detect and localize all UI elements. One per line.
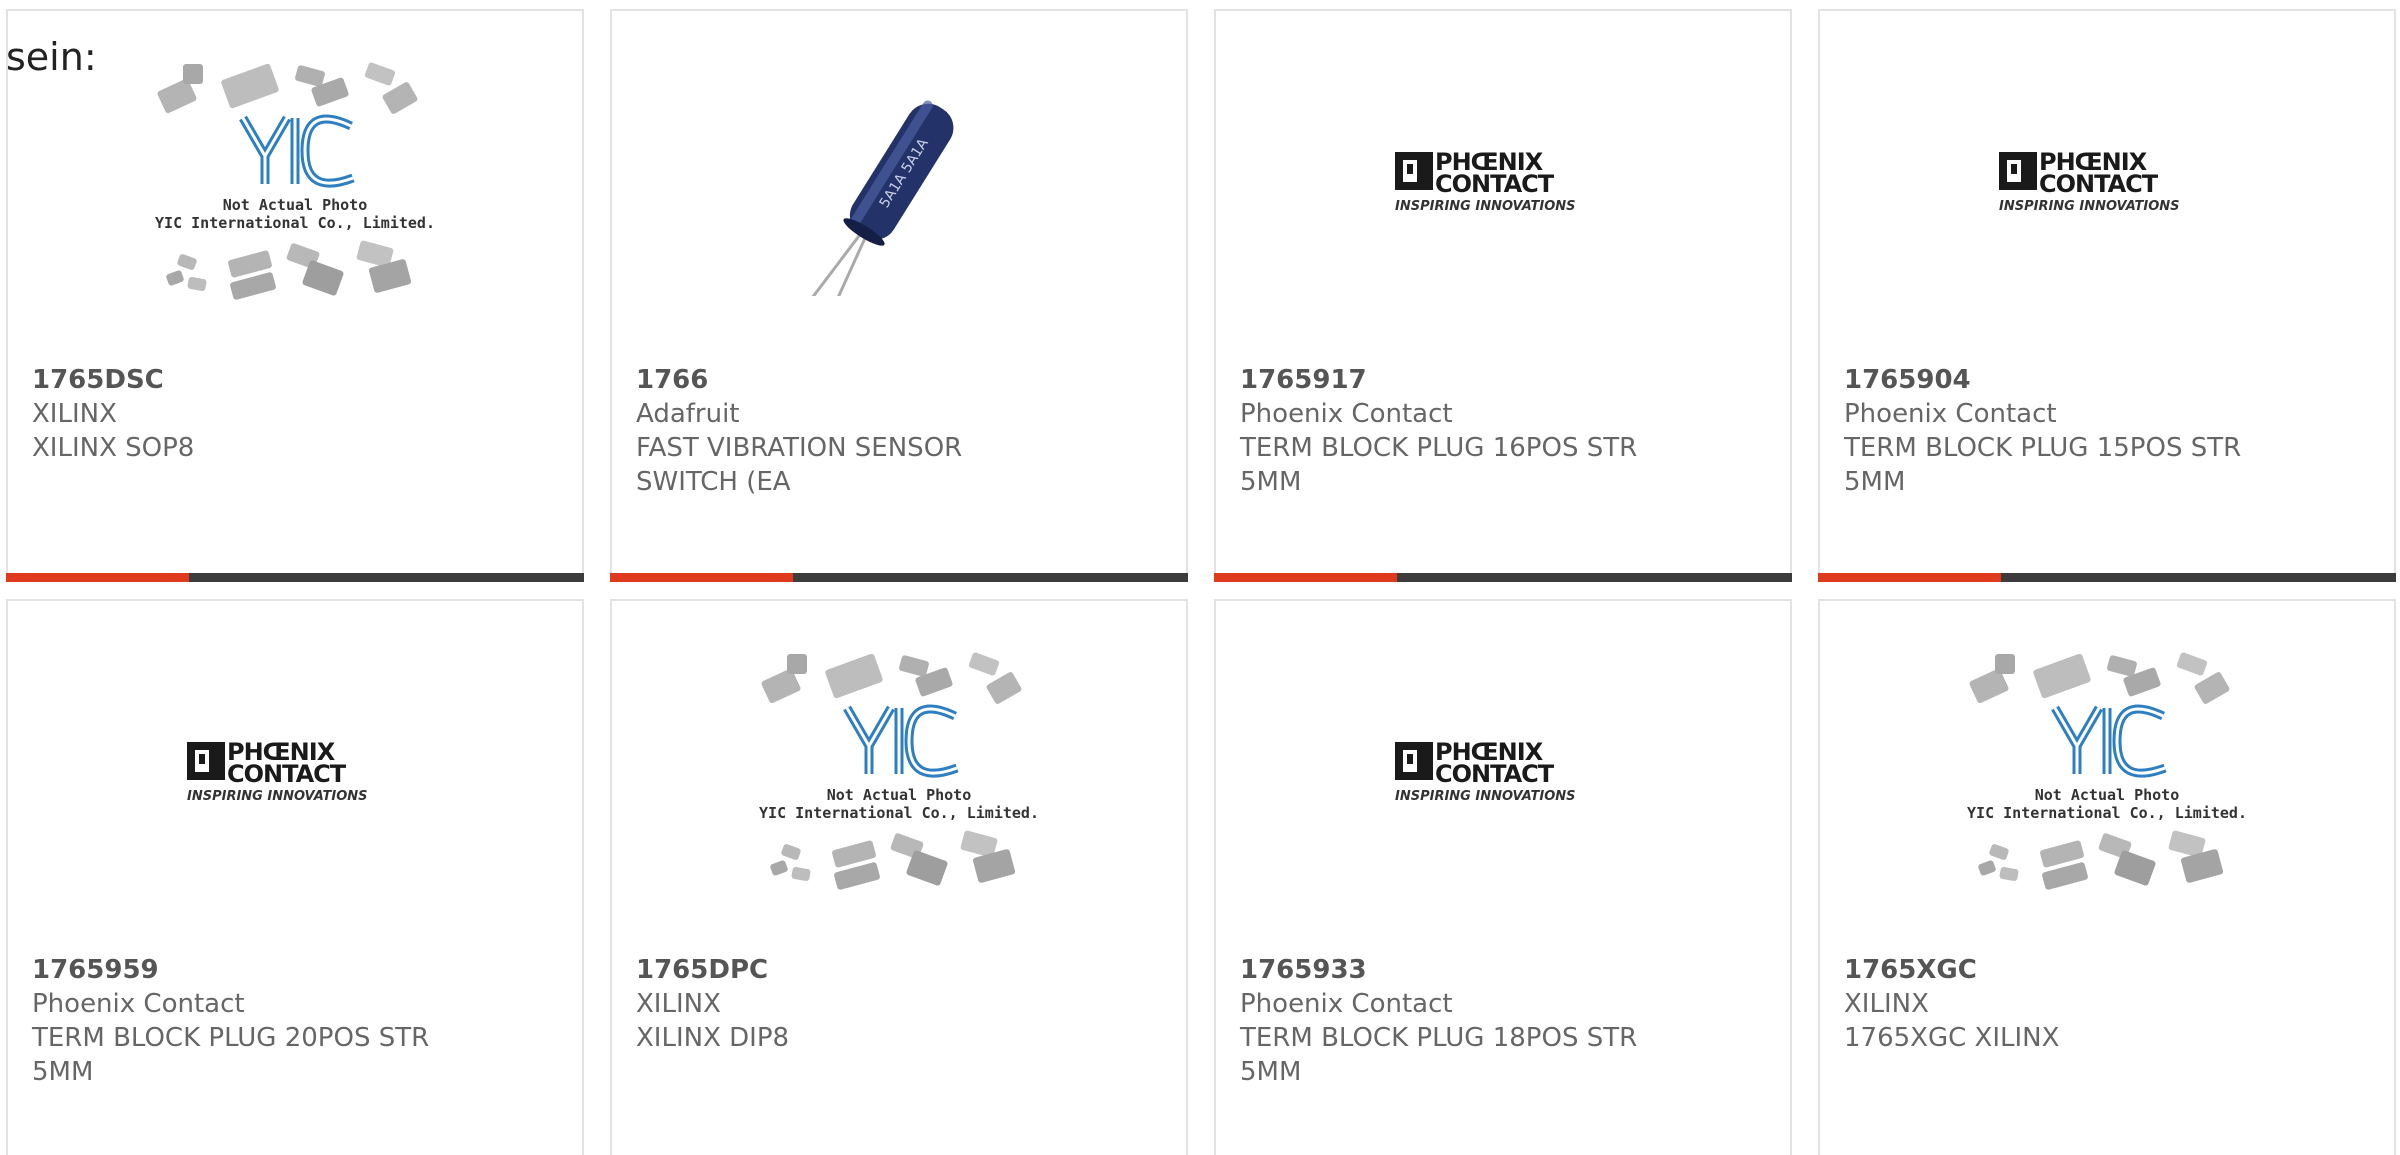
product-card[interactable]: PHŒNIX CONTACT INSPIRING INNOVATIONS 176590… <box>1818 9 2396 582</box>
manufacturer-name: Phoenix Contact <box>1240 399 1453 429</box>
manufacturer-name: XILINX <box>32 399 117 429</box>
part-number-link[interactable]: 1765959 <box>32 953 558 987</box>
phoenix-tagline: INSPIRING INNOVATIONS <box>187 789 368 804</box>
yic-logo-mark <box>239 114 355 188</box>
chip-cluster-top <box>1969 652 2230 704</box>
phoenix-contact-logo: PHŒNIXCONTACTINSPIRING INNOVATIONS <box>187 738 368 804</box>
product-description: XILINX SOP8 <box>32 433 195 463</box>
vibration-sensor-photo: 5A1A 5A1A <box>804 100 954 296</box>
manufacturer-name: Phoenix Contact <box>32 989 245 1019</box>
phoenix-contact-logo: PHŒNIXCONTACTINSPIRING INNOVATIONS <box>1395 738 1576 804</box>
product-image[interactable]: Not Actual Photo YIC International Co., L… <box>1820 601 2394 941</box>
manufacturer-name: XILINX <box>1844 989 1929 1019</box>
product-image[interactable]: 5A1A 5A1A <box>612 11 1186 351</box>
yic-line2: YIC International Co., Limited. <box>759 804 1039 822</box>
yic-logo-mark <box>843 704 959 778</box>
phoenix-contact-logo: PHŒNIXCONTACTINSPIRING INNOVATIONS <box>1999 148 2180 214</box>
phoenix-line2: CONTACT <box>2039 170 2159 198</box>
product-image[interactable]: PHŒNIX CONTACT INSPIRING INNOVATIONS <box>1216 11 1790 351</box>
product-card[interactable]: Not Actual Photo YIC International Co., L… <box>6 9 584 582</box>
card-footer-accent <box>610 573 793 582</box>
product-image[interactable]: Not Actual Photo YIC International Co., L… <box>612 601 1186 941</box>
card-footer-accent <box>1214 573 1397 582</box>
product-info: 1765DSC XILINX XILINX SOP8 <box>32 363 558 465</box>
part-number-link[interactable]: 1765DSC <box>32 363 558 397</box>
phoenix-line2: CONTACT <box>227 760 347 788</box>
part-number-link[interactable]: 1765XGC <box>1844 953 2370 987</box>
product-description: TERM BLOCK PLUG 20POS STR 5MM <box>32 1023 430 1087</box>
product-info: 1765XGC XILINX 1765XGC XILINX <box>1844 953 2370 1055</box>
product-description: TERM BLOCK PLUG 18POS STR 5MM <box>1240 1023 1638 1087</box>
phoenix-contact-logo: PHŒNIXCONTACTINSPIRING INNOVATIONS <box>1395 148 1576 214</box>
product-info: 1765959 Phoenix Contact TERM BLOCK PLUG 20… <box>32 953 558 1089</box>
phoenix-line2: CONTACT <box>1435 170 1555 198</box>
product-card[interactable]: Not Actual Photo YIC International Co., L… <box>1818 599 2396 1155</box>
product-listing-page: sein: Not Actual Photo YIC International … <box>0 0 2400 1155</box>
part-number-link[interactable]: 1765DPC <box>636 953 1162 987</box>
product-card[interactable]: PHŒNIX CONTACT INSPIRING INNOVATIONS 176591… <box>1214 9 1792 582</box>
phoenix-line2: CONTACT <box>1435 760 1555 788</box>
manufacturer-name: Phoenix Contact <box>1844 399 2057 429</box>
yic-line1: Not Actual Photo <box>223 196 368 214</box>
chip-cluster-bottom <box>1978 830 2224 890</box>
product-image[interactable]: PHŒNIX CONTACT INSPIRING INNOVATIONS <box>1216 601 1790 941</box>
product-description: 1765XGC XILINX <box>1844 1023 2060 1053</box>
phoenix-tagline: INSPIRING INNOVATIONS <box>1999 199 2180 214</box>
yic-placeholder-logo: Not Actual PhotoYIC International Co., L… <box>1967 652 2247 890</box>
product-description: TERM BLOCK PLUG 15POS STR 5MM <box>1844 433 2242 497</box>
product-description: FAST VIBRATION SENSOR SWITCH (EA <box>636 433 963 497</box>
phoenix-tagline: INSPIRING INNOVATIONS <box>1395 789 1576 804</box>
product-card[interactable]: Not Actual Photo YIC International Co., L… <box>610 599 1188 1155</box>
part-number-link[interactable]: 1766 <box>636 363 1162 397</box>
card-footer-bar <box>610 573 1188 582</box>
yic-placeholder-logo: Not Actual PhotoYIC International Co., L… <box>155 62 435 300</box>
product-card[interactable]: PHŒNIX CONTACT INSPIRING INNOVATIONS 176595… <box>6 599 584 1155</box>
manufacturer-name: XILINX <box>636 989 721 1019</box>
yic-placeholder-logo: Not Actual PhotoYIC International Co., L… <box>759 652 1039 890</box>
card-footer-bar <box>1818 573 2396 582</box>
product-info: 1765904 Phoenix Contact TERM BLOCK PLUG 15… <box>1844 363 2370 499</box>
part-number-link[interactable]: 1765904 <box>1844 363 2370 397</box>
yic-line2: YIC International Co., Limited. <box>155 214 435 232</box>
product-info: 1765DPC XILINX XILINX DIP8 <box>636 953 1162 1055</box>
product-description: XILINX DIP8 <box>636 1023 790 1053</box>
yic-line2: YIC International Co., Limited. <box>1967 804 2247 822</box>
part-number-link[interactable]: 1765917 <box>1240 363 1766 397</box>
card-footer-accent <box>6 573 189 582</box>
chip-cluster-top <box>761 652 1022 704</box>
part-number-link[interactable]: 1765933 <box>1240 953 1766 987</box>
product-card[interactable]: 5A1A 5A1A 1766 Adafruit FAST VIBRATION SENS… <box>610 9 1188 582</box>
card-footer-accent <box>1818 573 2001 582</box>
product-info: 1766 Adafruit FAST VIBRATION SENSOR SWITCH… <box>636 363 1162 499</box>
phoenix-tagline: INSPIRING INNOVATIONS <box>1395 199 1576 214</box>
product-image[interactable]: PHŒNIX CONTACT INSPIRING INNOVATIONS <box>1820 11 2394 351</box>
manufacturer-name: Phoenix Contact <box>1240 989 1453 1019</box>
card-footer-bar <box>1214 573 1792 582</box>
product-info: 1765917 Phoenix Contact TERM BLOCK PLUG 16… <box>1240 363 1766 499</box>
card-footer-bar <box>6 573 584 582</box>
chip-cluster-bottom <box>770 830 1016 890</box>
yic-logo-mark <box>2051 704 2167 778</box>
product-info: 1765933 Phoenix Contact TERM BLOCK PLUG 18… <box>1240 953 1766 1089</box>
yic-line1: Not Actual Photo <box>2035 786 2180 804</box>
product-grid: Not Actual Photo YIC International Co., L… <box>0 0 2400 1155</box>
chip-cluster-bottom <box>166 240 412 300</box>
product-image[interactable]: PHŒNIX CONTACT INSPIRING INNOVATIONS <box>8 601 582 941</box>
yic-line1: Not Actual Photo <box>827 786 972 804</box>
product-description: TERM BLOCK PLUG 16POS STR 5MM <box>1240 433 1638 497</box>
intro-text: sein: <box>6 35 97 79</box>
manufacturer-name: Adafruit <box>636 399 740 429</box>
chip-cluster-top <box>157 62 418 114</box>
product-card[interactable]: PHŒNIX CONTACT INSPIRING INNOVATIONS 176593… <box>1214 599 1792 1155</box>
